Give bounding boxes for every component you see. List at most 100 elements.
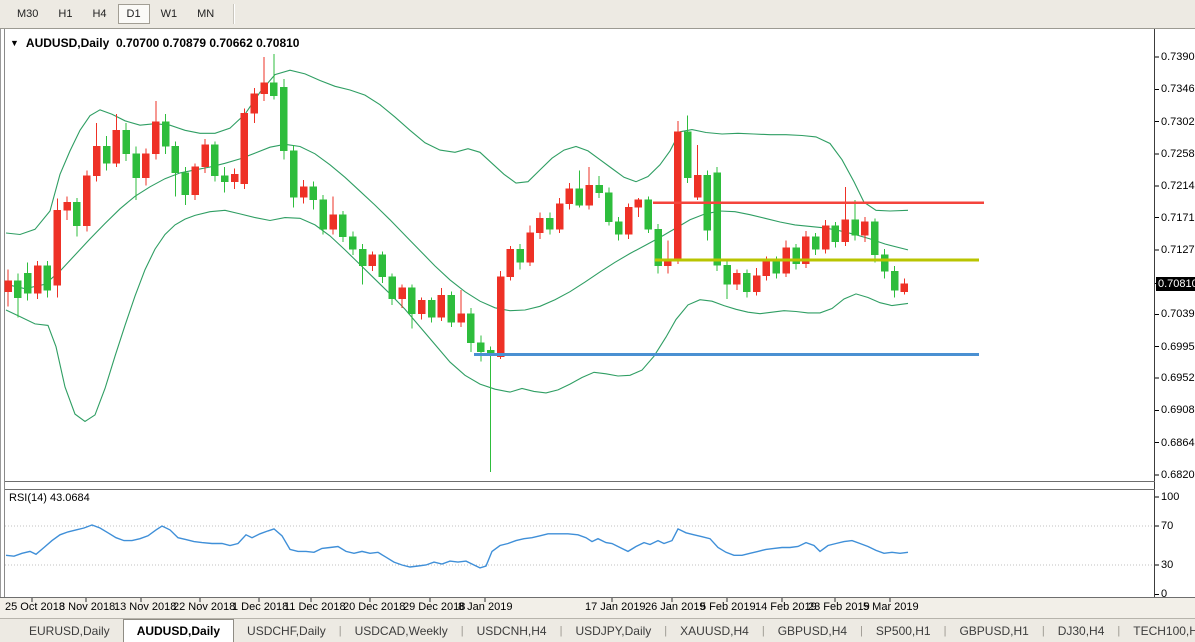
tab-tech100-h1[interactable]: TECH100,H1 [1120,619,1195,642]
candle-body [142,154,149,178]
candle-body [822,226,829,249]
price-axis-label: 0.69520 [1161,372,1195,384]
date-axis-label: 23 Feb 2019 [808,601,870,613]
tab-usdcnh-h4[interactable]: USDCNH,H4 [464,619,560,642]
candle-body [576,189,583,205]
candle-body [664,261,671,266]
candle-body [517,249,524,262]
candle-body [389,277,396,299]
tab-gbpusd-h4[interactable]: GBPUSD,H4 [765,619,860,642]
candle-body [527,233,534,262]
candle-body [625,207,632,234]
candle-body [733,273,740,284]
price-axis-label: 0.72580 [1161,148,1195,160]
candle-body [290,151,297,197]
price-axis-label: 0.70390 [1161,308,1195,320]
timeframe-button-d1[interactable]: D1 [118,4,150,24]
candle-body [241,113,248,183]
timeframe-button-h1[interactable]: H1 [49,4,81,24]
candle-body [832,226,839,242]
date-axis-label: 25 Oct 2018 [5,601,65,613]
candle-body [842,220,849,242]
candle-body [34,266,41,293]
candle-body [763,261,770,276]
date-axis-label: 1 Dec 2018 [232,601,288,613]
tab-usdcad-weekly[interactable]: USDCAD,Weekly [342,619,461,642]
candle-body [93,146,100,175]
rsi-axis-label: 0 [1161,588,1167,600]
candle-body [724,265,731,284]
candle-body [891,271,898,290]
candle-body [359,249,366,266]
tab-gbpusd-h1[interactable]: GBPUSD,H1 [946,619,1041,642]
candle-body [802,237,809,264]
date-axis-label: 13 Nov 2018 [114,601,176,613]
rsi-axis-label: 30 [1161,559,1173,571]
candle-body [14,281,21,298]
candle-body [783,248,790,274]
candle-body [812,237,819,249]
candle-body [182,173,189,195]
timeframe-button-h4[interactable]: H4 [83,4,115,24]
candle-body [655,229,662,266]
candle-body [369,255,376,266]
candle-body [330,215,337,230]
candle-body [694,175,701,197]
candle-body [596,185,603,192]
timeframe-button-w1[interactable]: W1 [152,4,187,24]
candle-body [861,222,868,235]
candle-body [162,122,169,147]
timeframe-button-m30[interactable]: M30 [8,4,47,24]
candle-body [497,277,504,357]
price-axis-label: 0.71710 [1161,212,1195,224]
timeframe-toolbar: M30H1H4D1W1MN [0,0,1195,29]
tab-dj30-h4[interactable]: DJ30,H4 [1045,619,1118,642]
tab-eurusd-daily[interactable]: EURUSD,Daily [16,619,123,642]
candle-body [349,237,356,249]
price-axis-label: 0.68200 [1161,469,1195,481]
candle-body [24,273,31,293]
candle-body [399,288,406,299]
candle-body [753,276,760,292]
candle-body [556,204,563,230]
date-axis-label: 17 Jan 2019 [585,601,646,613]
candle-body [615,222,622,234]
date-axis-label: 5 Feb 2019 [700,601,756,613]
tab-audusd-daily[interactable]: AUDUSD,Daily [123,619,234,642]
timeframe-button-mn[interactable]: MN [188,4,223,24]
candle-body [133,154,140,178]
price-axis-label: 0.73900 [1161,51,1195,63]
candle-body [251,94,258,114]
candle-body [684,132,691,178]
mt4-window: M30H1H4D1W1MN ▼AUDUSD,Daily 0.70700 0.70… [0,0,1195,642]
date-axis-label: 26 Jan 2019 [645,601,706,613]
bollinger-lower-band [6,210,908,421]
candle-body [674,132,681,261]
candle-body [881,255,888,271]
candle-body [635,200,642,207]
candle-body [487,350,494,355]
candle-body [310,187,317,200]
candle-body [852,220,859,235]
tab-usdjpy-daily[interactable]: USDJPY,Daily [562,619,664,642]
rsi-indicator-label: RSI(14) 43.0684 [9,492,90,504]
candle-body [605,193,612,222]
chart-symbol-label: AUDUSD,Daily [26,36,109,50]
date-axis-label: 22 Nov 2018 [173,601,235,613]
tab-xauusd-h4[interactable]: XAUUSD,H4 [667,619,762,642]
candle-body [270,83,277,96]
bollinger-middle-band [6,144,908,310]
candle-body [714,173,721,265]
candle-body [300,187,307,197]
candle-body [44,266,51,290]
date-axis-label: 3 Nov 2018 [59,601,115,613]
tab-usdchf-daily[interactable]: USDCHF,Daily [234,619,339,642]
chart-canvas[interactable] [0,29,1195,618]
candle-body [704,175,711,230]
candle-body [536,218,543,233]
candle-body [320,200,327,229]
candle-body [448,295,455,322]
chart-dropdown-icon[interactable]: ▼ [10,38,19,48]
symbol-tabbar: EURUSD,DailyAUDUSD,DailyUSDCHF,Daily|USD… [0,618,1195,642]
tab-sp500-h1[interactable]: SP500,H1 [863,619,944,642]
